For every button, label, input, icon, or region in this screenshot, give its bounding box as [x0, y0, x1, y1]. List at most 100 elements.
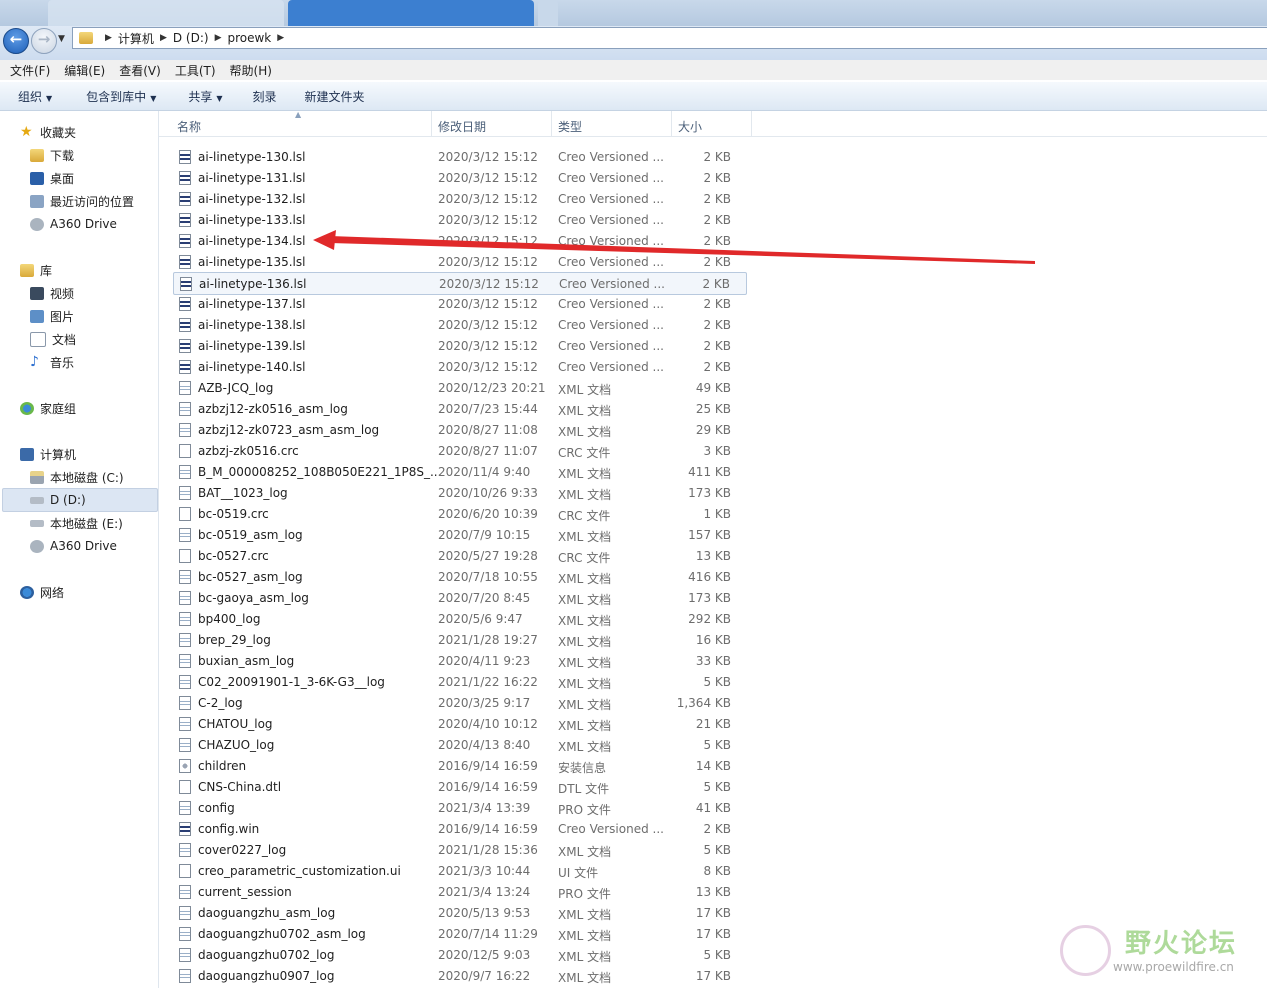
breadcrumb-separator-icon[interactable]: ▶: [277, 33, 284, 43]
breadcrumb[interactable]: ▶ 计算机 ▶ D (D:) ▶ proewk ▶: [72, 27, 1267, 49]
file-type: XML 文档: [558, 593, 612, 607]
column-divider[interactable]: [751, 111, 752, 136]
file-row[interactable]: brep_29_log 2021/1/28 19:27 XML 文档 16 KB: [173, 629, 747, 650]
file-row[interactable]: C-2_log 2020/3/25 9:17 XML 文档 1,364 KB: [173, 692, 747, 713]
file-row[interactable]: creo_parametric_customization.ui 2021/3/3…: [173, 860, 747, 881]
sidebar-label: 桌面: [50, 171, 75, 186]
sidebar-item-homegroup[interactable]: 家庭组: [20, 397, 76, 419]
file-row[interactable]: cover0227_log 2021/1/28 15:36 XML 文档 5 KB: [173, 839, 747, 860]
window-tab-1[interactable]: [48, 0, 284, 26]
sidebar-item-network[interactable]: 网络: [20, 581, 64, 603]
xml-document-icon: [179, 402, 191, 416]
file-row[interactable]: azbzj-zk0516.crc 2020/8/27 11:07 CRC 文件 3 K…: [173, 440, 747, 461]
file-row[interactable]: config 2021/3/4 13:39 PRO 文件 41 KB: [173, 797, 747, 818]
file-row[interactable]: azbzj12-zk0516_asm_log 2020/7/23 15:44 XML…: [173, 398, 747, 419]
file-row[interactable]: ai-linetype-136.lsl 2020/3/12 15:12 Creo V…: [173, 272, 747, 295]
cloud-drive-icon: [30, 217, 44, 231]
column-divider[interactable]: [671, 111, 672, 136]
file-row[interactable]: bc-0527.crc 2020/5/27 19:28 CRC 文件 13 KB: [173, 545, 747, 566]
file-row[interactable]: ai-linetype-131.lsl 2020/3/12 15:12 Creo V…: [173, 167, 747, 188]
breadcrumb-computer[interactable]: 计算机: [118, 30, 154, 47]
menu-help[interactable]: 帮助(H): [230, 62, 272, 79]
sidebar-item-videos[interactable]: 视频: [30, 282, 74, 304]
file-row[interactable]: daoguangzhu_asm_log 2020/5/13 9:53 XML 文档 1…: [173, 902, 747, 923]
new-tab-button[interactable]: [538, 0, 558, 26]
forward-button[interactable]: →: [31, 28, 57, 54]
include-in-library-button[interactable]: 包含到库中 ▼: [86, 88, 156, 105]
file-row[interactable]: BAT__1023_log 2020/10/26 9:33 XML 文档 173 KB: [173, 482, 747, 503]
breadcrumb-proewk[interactable]: proewk: [227, 31, 271, 45]
sidebar-item-downloads[interactable]: 下载: [30, 144, 74, 166]
file-row[interactable]: ai-linetype-138.lsl 2020/3/12 15:12 Creo V…: [173, 314, 747, 335]
organize-button[interactable]: 组织 ▼: [18, 88, 52, 105]
burn-button[interactable]: 刻录: [253, 88, 277, 105]
file-size: 21 KB: [695, 717, 731, 731]
column-header-date[interactable]: 修改日期: [438, 118, 486, 135]
sidebar-item-libraries[interactable]: 库: [20, 259, 52, 281]
back-button[interactable]: ←: [3, 28, 29, 54]
file-type: Creo Versioned ...: [558, 297, 664, 311]
file-row[interactable]: ai-linetype-130.lsl 2020/3/12 15:12 Creo V…: [173, 146, 747, 167]
sidebar-item-pictures[interactable]: 图片: [30, 305, 74, 327]
file-row[interactable]: current_session 2021/3/4 13:24 PRO 文件 13 KB: [173, 881, 747, 902]
file-row[interactable]: bc-0527_asm_log 2020/7/18 10:55 XML 文档 416 …: [173, 566, 747, 587]
menu-view[interactable]: 查看(V): [119, 62, 161, 79]
file-row[interactable]: ai-linetype-135.lsl 2020/3/12 15:12 Creo V…: [173, 251, 747, 272]
file-row[interactable]: daoguangzhu0907_log 2020/9/7 16:22 XML 文档 1…: [173, 965, 747, 986]
file-name: config: [198, 801, 235, 815]
breadcrumb-separator-icon[interactable]: ▶: [215, 33, 222, 43]
file-row[interactable]: ai-linetype-137.lsl 2020/3/12 15:12 Creo V…: [173, 293, 747, 314]
file-row[interactable]: ai-linetype-133.lsl 2020/3/12 15:12 Creo V…: [173, 209, 747, 230]
history-dropdown-icon[interactable]: ▼: [58, 34, 65, 44]
file-row[interactable]: bp400_log 2020/5/6 9:47 XML 文档 292 KB: [173, 608, 747, 629]
sidebar-item-a360-drive-2[interactable]: A360 Drive: [30, 535, 117, 557]
sidebar-item-favorites[interactable]: ★ 收藏夹: [20, 121, 76, 143]
file-row[interactable]: C02_20091901-1_3-6K-G3__log 2021/1/22 16:…: [173, 671, 747, 692]
file-row[interactable]: config.win 2016/9/14 16:59 Creo Versioned …: [173, 818, 747, 839]
breadcrumb-separator-icon[interactable]: ▶: [105, 33, 112, 43]
sidebar-item-recent[interactable]: 最近访问的位置: [30, 190, 134, 212]
file-row[interactable]: daoguangzhu0702_log 2020/12/5 9:03 XML 文档 5…: [173, 944, 747, 965]
column-divider[interactable]: [431, 111, 432, 136]
file-row[interactable]: AZB-JCQ_log 2020/12/23 20:21 XML 文档 49 KB: [173, 377, 747, 398]
sidebar-item-drive-d[interactable]: D (D:): [30, 489, 86, 511]
menu-file[interactable]: 文件(F): [10, 62, 50, 79]
menu-edit[interactable]: 编辑(E): [64, 62, 105, 79]
forward-arrow-icon: →: [37, 30, 51, 48]
breadcrumb-separator-icon[interactable]: ▶: [160, 33, 167, 43]
file-row[interactable]: ai-linetype-139.lsl 2020/3/12 15:12 Creo V…: [173, 335, 747, 356]
sidebar-item-drive-c[interactable]: 本地磁盘 (C:): [30, 466, 124, 488]
column-divider[interactable]: [551, 111, 552, 136]
column-header-type[interactable]: 类型: [558, 118, 582, 135]
sidebar-item-documents[interactable]: 文档: [30, 328, 76, 350]
breadcrumb-drive-d[interactable]: D (D:): [173, 31, 209, 45]
sidebar-item-drive-e[interactable]: 本地磁盘 (E:): [30, 512, 123, 534]
file-row[interactable]: B_M_000008252_108B050E221_1P8S_... 2020/1…: [173, 461, 747, 482]
menu-tools[interactable]: 工具(T): [175, 62, 216, 79]
file-date: 2016/9/14 16:59: [438, 780, 538, 794]
file-date: 2020/3/12 15:12: [439, 277, 539, 291]
column-header-size[interactable]: 大小: [678, 118, 702, 135]
file-row[interactable]: children 2016/9/14 16:59 安装信息 14 KB: [173, 755, 747, 776]
share-button[interactable]: 共享 ▼: [188, 88, 222, 105]
file-row[interactable]: azbzj12-zk0723_asm_asm_log 2020/8/27 11:0…: [173, 419, 747, 440]
file-row[interactable]: ai-linetype-140.lsl 2020/3/12 15:12 Creo V…: [173, 356, 747, 377]
file-row[interactable]: ai-linetype-132.lsl 2020/3/12 15:12 Creo V…: [173, 188, 747, 209]
new-folder-button[interactable]: 新建文件夹: [305, 88, 365, 105]
sidebar-item-computer[interactable]: 计算机: [20, 443, 76, 465]
window-tab-2[interactable]: [288, 0, 534, 26]
file-row[interactable]: bc-gaoya_asm_log 2020/7/20 8:45 XML 文档 173 …: [173, 587, 747, 608]
file-row[interactable]: ai-linetype-134.lsl 2020/3/12 15:12 Creo V…: [173, 230, 747, 251]
sidebar-item-music[interactable]: ♪ 音乐: [30, 351, 74, 373]
file-row[interactable]: CNS-China.dtl 2016/9/14 16:59 DTL 文件 5 KB: [173, 776, 747, 797]
file-row[interactable]: buxian_asm_log 2020/4/11 9:23 XML 文档 33 KB: [173, 650, 747, 671]
file-row[interactable]: daoguangzhu0702_asm_log 2020/7/14 11:29 XM…: [173, 923, 747, 944]
column-header-name[interactable]: 名称: [177, 118, 201, 135]
file-row[interactable]: CHATOU_log 2020/4/10 10:12 XML 文档 21 KB: [173, 713, 747, 734]
creo-file-icon: [179, 234, 191, 248]
sidebar-item-desktop[interactable]: 桌面: [30, 167, 74, 189]
sidebar-item-a360-drive[interactable]: A360 Drive: [30, 213, 117, 235]
file-row[interactable]: bc-0519_asm_log 2020/7/9 10:15 XML 文档 157 K…: [173, 524, 747, 545]
file-row[interactable]: bc-0519.crc 2020/6/20 10:39 CRC 文件 1 KB: [173, 503, 747, 524]
file-row[interactable]: CHAZUO_log 2020/4/13 8:40 XML 文档 5 KB: [173, 734, 747, 755]
